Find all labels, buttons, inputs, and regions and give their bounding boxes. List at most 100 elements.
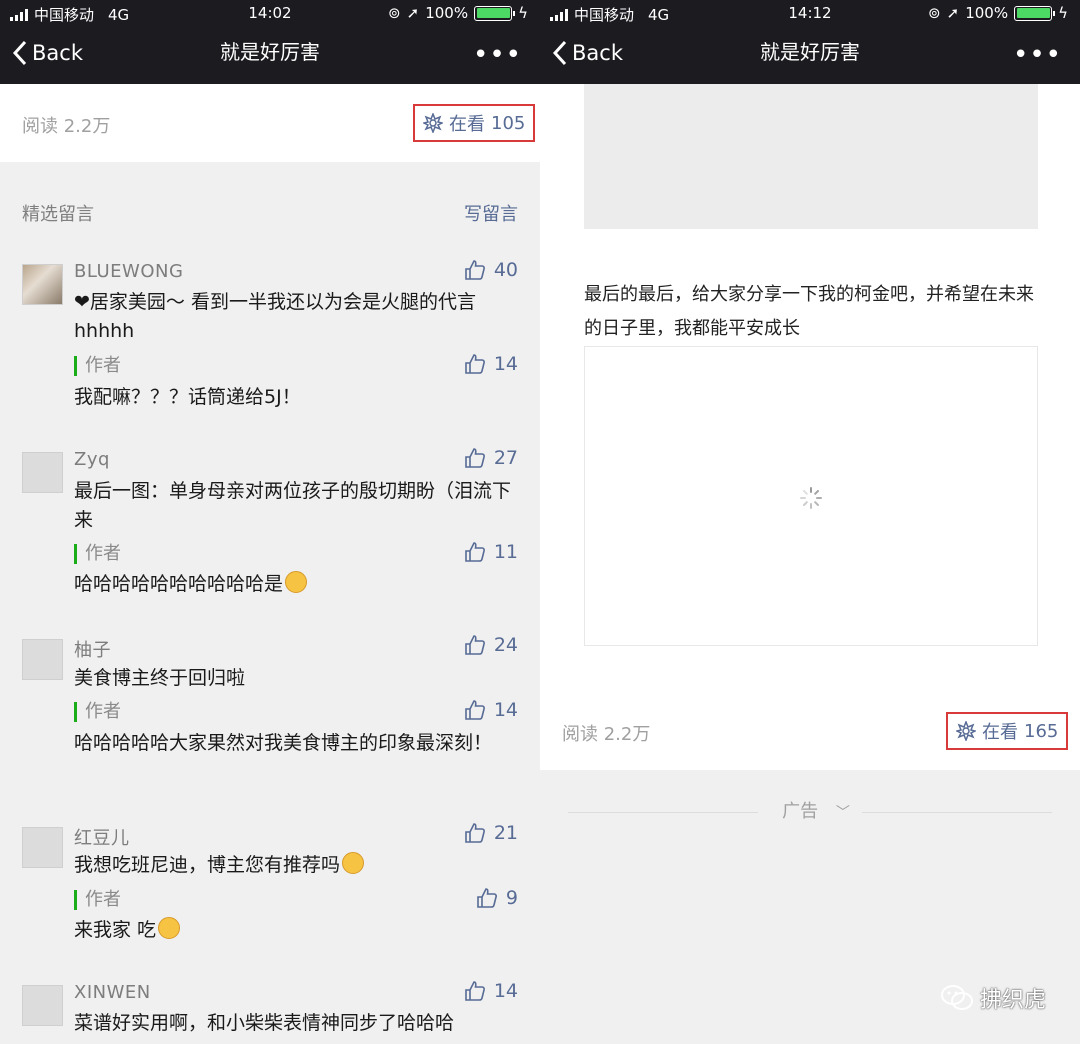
like-button[interactable]: 27: [464, 447, 518, 469]
nav-bar: Back 就是好厉害 •••: [540, 27, 1080, 84]
inlook-button[interactable]: 在看 105: [413, 104, 536, 142]
inlook-count: 165: [1024, 720, 1059, 742]
stats-bar: 阅读 2.2万 在看 165: [540, 690, 1080, 770]
avatar[interactable]: [22, 639, 63, 680]
stats-bar: 阅读 2.2万 在看 105: [0, 84, 540, 162]
page-title: 就是好厉害: [220, 40, 320, 64]
thumbs-up-icon: [465, 448, 485, 468]
comment-text: ❤居家美园～ 看到一半我还以为会是火腿的代言hhhhh: [74, 291, 476, 342]
commenter-name: Zyq: [74, 449, 110, 470]
battery-percent: 100%: [965, 4, 1009, 22]
like-count: 14: [493, 353, 518, 375]
battery-icon: [1014, 5, 1056, 21]
reply-like-button[interactable]: 9: [476, 887, 518, 909]
author-reply: 哈哈哈哈哈大家果然对我美食博主的印象最深刻！: [74, 732, 493, 754]
comment-text: 最后一图：单身母亲对两位孩子的殷切期盼（泪流下来: [74, 480, 512, 531]
author-label: 作者: [74, 544, 121, 564]
flower-icon: [956, 721, 976, 741]
thumbs-up-icon: [465, 700, 485, 720]
like-count: 11: [493, 541, 518, 563]
inlook-button[interactable]: 在看 165: [946, 712, 1069, 750]
avatar[interactable]: [22, 452, 63, 493]
comments-title: 精选留言: [22, 204, 94, 225]
like-button[interactable]: 21: [464, 822, 518, 844]
right-screenshot: 中国移动 4G 14:12 ⊚ ➚ 100% ϟ Back 就是好厉害 ••• …: [540, 0, 1080, 1044]
avatar[interactable]: [22, 827, 63, 868]
comment-text-body: 我想吃班尼迪，博主您有推荐吗: [74, 854, 341, 876]
author-reply: 来我家 吃: [74, 916, 522, 945]
more-button[interactable]: •••: [473, 42, 522, 68]
author-reply: 我配嘛？？？话筒递给5J！: [74, 386, 301, 408]
chevron-down-icon: ﹀: [835, 805, 850, 821]
commenter-name: BLUEWONG: [74, 261, 184, 282]
author-label: 作者: [74, 890, 121, 910]
reply-like-button[interactable]: 14: [464, 353, 518, 375]
read-count: 阅读 2.2万: [22, 116, 111, 137]
charging-icon: ϟ: [518, 4, 528, 22]
like-button[interactable]: 14: [464, 980, 518, 1002]
commenter-name: XINWEN: [74, 982, 151, 1003]
inlook-label: 在看: [982, 722, 1018, 743]
battery-percent: 100%: [425, 4, 469, 22]
reply-like-button[interactable]: 11: [464, 541, 518, 563]
status-bar: 中国移动 4G 14:02 ⊚ ➚ 100% ϟ: [0, 0, 540, 27]
read-count: 阅读 2.2万: [562, 724, 651, 745]
smile-emoji-icon: [158, 917, 181, 939]
flower-icon: [423, 113, 443, 133]
author-reply: 哈哈哈哈哈哈哈哈哈哈是: [74, 570, 522, 599]
thumbs-up-icon: [465, 823, 485, 843]
page-title: 就是好厉害: [760, 40, 860, 64]
thumbs-up-icon: [465, 260, 485, 280]
battery-icon: [474, 5, 516, 21]
location-icon: ➚: [406, 4, 420, 22]
watermark-text: 拂织虎: [979, 988, 1046, 1013]
orientation-lock-icon: ⊚: [928, 4, 941, 22]
thumbs-up-icon: [465, 635, 485, 655]
reply-text: 来我家 吃: [74, 919, 157, 941]
like-count: 27: [493, 447, 518, 469]
like-count: 9: [505, 887, 518, 909]
nav-bar: Back 就是好厉害 •••: [0, 27, 540, 84]
comment-text: 美食博主终于回归啦: [74, 667, 246, 689]
thumbs-up-icon: [465, 981, 485, 1001]
commenter-name: 红豆儿: [74, 828, 130, 849]
watermark: 拂织虎: [940, 982, 1046, 1014]
like-button[interactable]: 40: [464, 259, 518, 281]
location-icon: ➚: [946, 4, 960, 22]
like-button[interactable]: 24: [464, 634, 518, 656]
comment-text: 我想吃班尼迪，博主您有推荐吗: [74, 851, 522, 880]
loading-spinner-icon: [800, 487, 822, 509]
like-count: 24: [493, 634, 518, 656]
loading-image: [584, 346, 1038, 646]
ad-label: 广告: [770, 801, 831, 822]
ad-toggle[interactable]: 广告 ﹀: [540, 797, 1080, 823]
inlook-count: 105: [491, 112, 526, 134]
like-count: 14: [493, 699, 518, 721]
dizzy-emoji-icon: [342, 852, 365, 874]
commenter-name: 柚子: [74, 640, 111, 661]
thumbs-up-icon: [465, 542, 485, 562]
reply-text: 哈哈哈哈哈哈哈哈哈哈是: [74, 573, 284, 595]
author-label: 作者: [74, 356, 121, 376]
left-screenshot: 中国移动 4G 14:02 ⊚ ➚ 100% ϟ Back 就是好厉害 ••• …: [0, 0, 540, 1044]
like-count: 40: [493, 259, 518, 281]
author-label: 作者: [74, 702, 121, 722]
avatar[interactable]: [22, 985, 63, 1026]
more-button[interactable]: •••: [1013, 42, 1062, 68]
status-bar: 中国移动 4G 14:12 ⊚ ➚ 100% ϟ: [540, 0, 1080, 27]
smile-emoji-icon: [285, 571, 308, 593]
image-placeholder: [584, 84, 1038, 229]
thumbs-up-icon: [465, 354, 485, 374]
write-comment-link[interactable]: 写留言: [464, 200, 518, 226]
like-count: 14: [493, 980, 518, 1002]
reply-like-button[interactable]: 14: [464, 699, 518, 721]
wechat-icon: [940, 985, 973, 1010]
comment-text: 菜谱好实用啊，和小柴柴表情神同步了哈哈哈: [74, 1012, 455, 1034]
thumbs-up-icon: [477, 888, 497, 908]
like-count: 21: [493, 822, 518, 844]
avatar[interactable]: [22, 264, 63, 305]
article-paragraph: 最后的最后，给大家分享一下我的柯金吧，并希望在未来的日子里，我都能平安成长: [584, 284, 1034, 339]
orientation-lock-icon: ⊚: [388, 4, 401, 22]
charging-icon: ϟ: [1058, 4, 1068, 22]
inlook-label: 在看: [449, 114, 485, 135]
